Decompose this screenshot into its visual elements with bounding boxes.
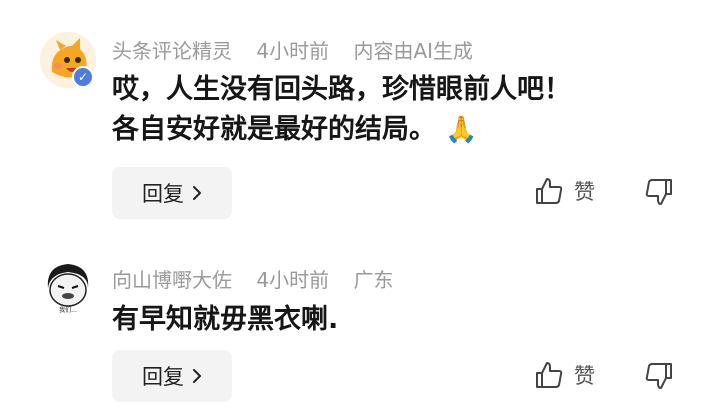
comment-text-line-content: 各自安好就是最好的结局。	[112, 114, 436, 145]
reply-label: 回复	[142, 365, 184, 389]
avatar[interactable]: 我们...	[40, 258, 96, 314]
like-button[interactable]: 赞	[534, 176, 595, 206]
comment-text-line: 有早知就毋黑衣喇.	[112, 304, 339, 335]
verified-badge-icon: ✓	[72, 66, 94, 88]
like-label: 赞	[574, 364, 595, 388]
author-name[interactable]: 向山博嘢大佐	[112, 268, 232, 292]
avatar-image: 我们...	[40, 258, 96, 314]
location-label: 广东	[353, 268, 394, 292]
dislike-button[interactable]	[644, 361, 674, 395]
thumb-down-icon	[645, 179, 672, 205]
pray-emoji: 🙏	[445, 115, 478, 145]
thumb-up-icon	[536, 362, 563, 388]
comment-item: ✓ 头条评论精灵 4小时前 内容由AI生成 哎，人生没有回头路，珍惜眼前人吧！ …	[0, 0, 720, 240]
comment-meta: 向山博嘢大佐 4小时前 广东	[112, 264, 411, 293]
chevron-right-icon	[193, 186, 201, 200]
chevron-right-icon	[193, 369, 201, 383]
comment-text-line: 哎，人生没有回头路，珍惜眼前人吧！	[112, 74, 571, 105]
comment-meta: 头条评论精灵 4小时前 内容由AI生成	[112, 35, 491, 64]
reply-label: 回复	[142, 182, 184, 206]
like-button[interactable]: 赞	[534, 360, 595, 390]
ai-generated-label: 内容由AI生成	[353, 39, 474, 63]
dislike-button[interactable]	[644, 177, 674, 211]
thumb-down-icon	[645, 363, 672, 389]
reply-button[interactable]: 回复	[112, 167, 232, 219]
comment-item: 我们... 向山博嘢大佐 4小时前 广东 有早知就毋黑衣喇. 回复 赞	[0, 248, 720, 416]
svg-text:我们...: 我们...	[59, 306, 77, 314]
comment-time: 4小时前	[256, 268, 330, 292]
like-label: 赞	[574, 180, 595, 204]
author-name[interactable]: 头条评论精灵	[112, 39, 232, 63]
comment-text: 有早知就毋黑衣喇.	[112, 300, 338, 340]
comment-text-line: 各自安好就是最好的结局。 🙏	[112, 110, 571, 150]
thumb-up-icon	[536, 178, 563, 204]
reply-button[interactable]: 回复	[112, 350, 232, 402]
comment-text: 哎，人生没有回头路，珍惜眼前人吧！ 各自安好就是最好的结局。 🙏	[112, 70, 571, 150]
comment-time: 4小时前	[256, 39, 330, 63]
